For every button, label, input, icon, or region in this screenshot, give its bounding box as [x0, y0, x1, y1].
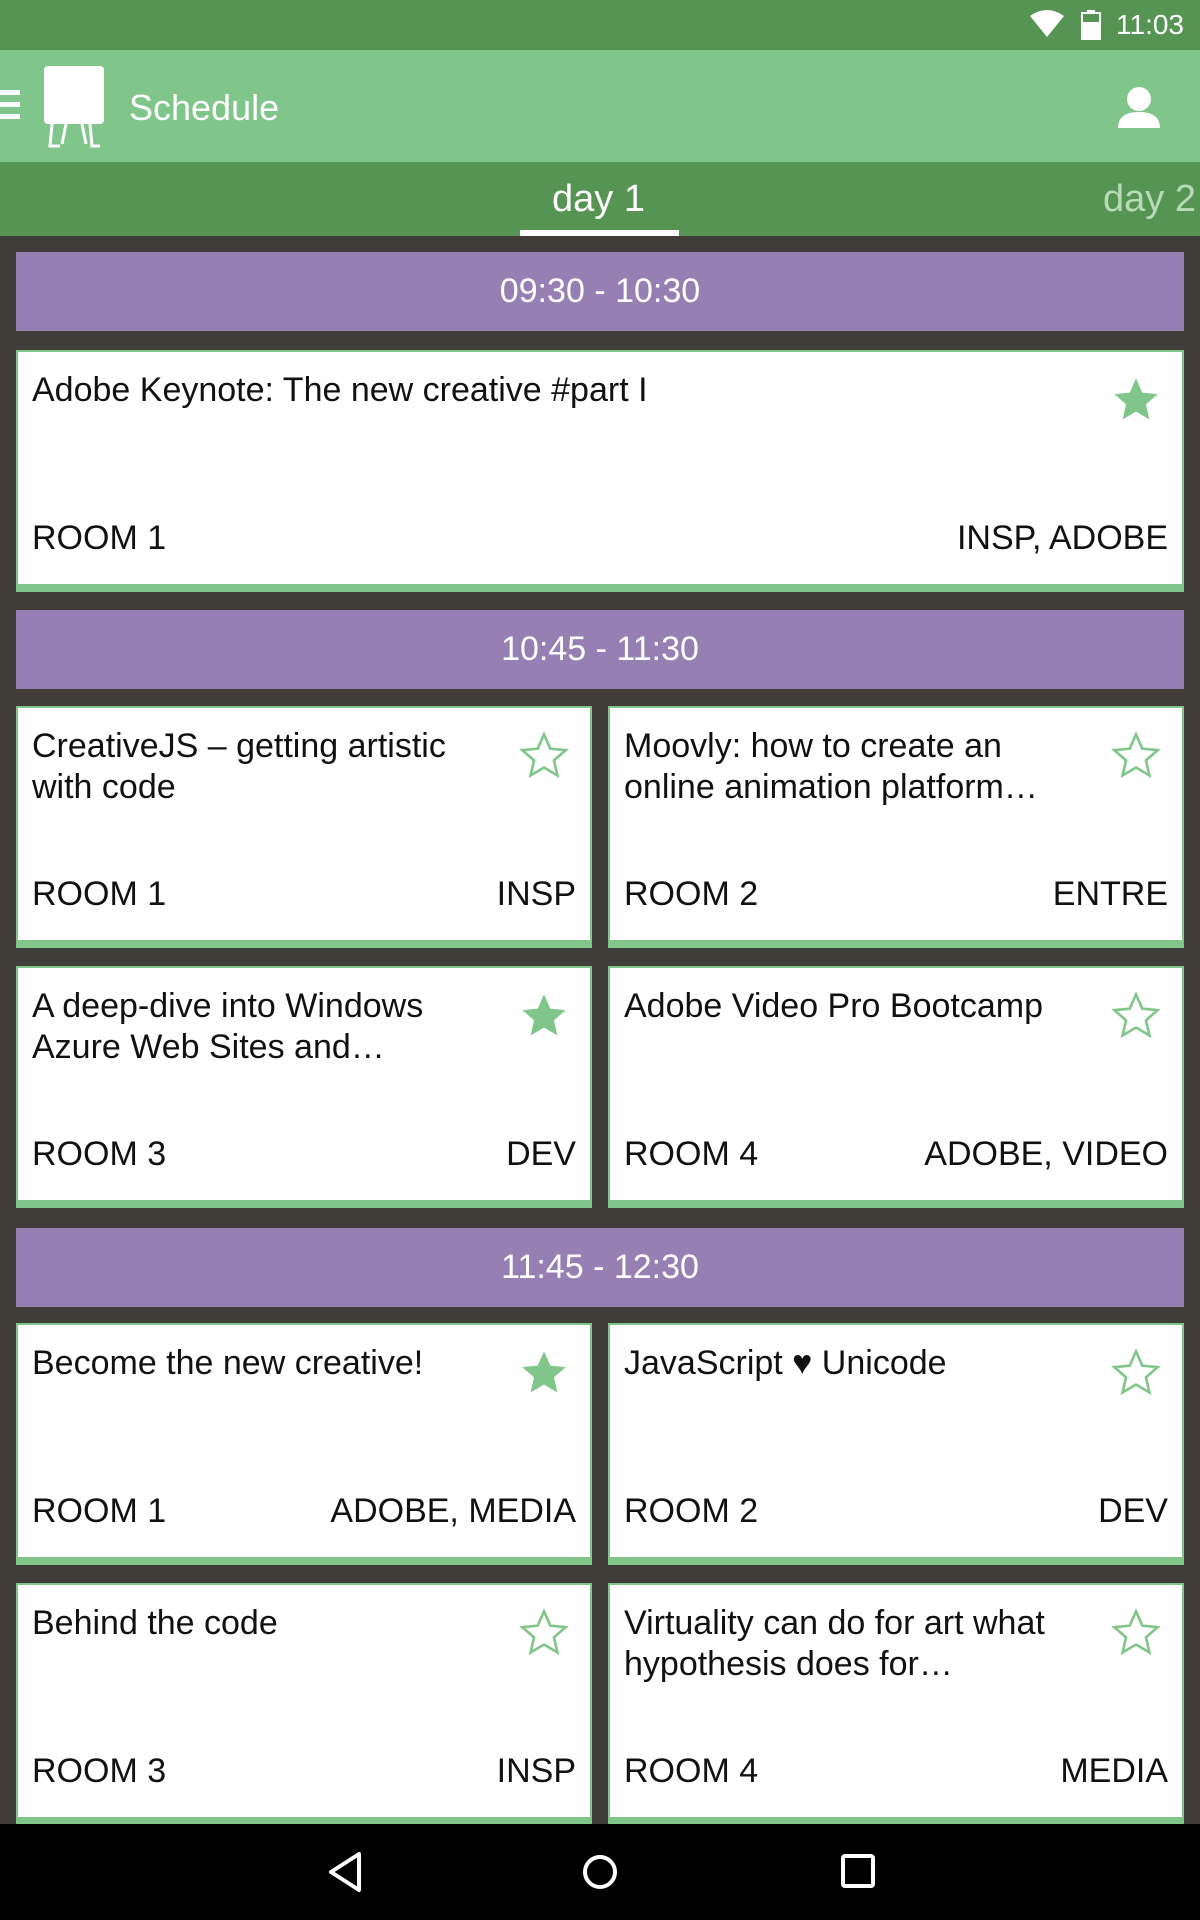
- session-room: ROOM 3: [32, 1752, 167, 1790]
- tab-day-1[interactable]: day 1: [552, 178, 645, 221]
- back-icon[interactable]: [325, 1850, 365, 1894]
- star-outline-icon[interactable]: [518, 730, 570, 782]
- session-tags: ENTRE: [1052, 875, 1168, 913]
- star-filled-icon[interactable]: [518, 990, 570, 1042]
- day-tabs: day 1 day 2: [0, 162, 1200, 236]
- tab-indicator: [520, 230, 679, 236]
- star-outline-icon[interactable]: [1110, 1347, 1162, 1399]
- navigation-bar: [0, 1824, 1200, 1920]
- session-title: Virtuality can do for art what hypothesi…: [624, 1604, 1045, 1683]
- session-room: ROOM 2: [624, 1492, 759, 1530]
- session-title: A deep-dive into Windows Azure Web Sites…: [32, 987, 424, 1066]
- session-tags: INSP: [496, 1752, 576, 1790]
- session-card[interactable]: Adobe Keynote: The new creative #part I …: [16, 350, 1184, 592]
- session-tags: DEV: [506, 1135, 576, 1173]
- session-room: ROOM 1: [32, 519, 167, 557]
- page-title: Schedule: [129, 87, 280, 128]
- status-bar: 11:03: [0, 0, 1200, 50]
- timeslot-header: 11:45 - 12:30: [16, 1228, 1184, 1307]
- star-outline-icon[interactable]: [1110, 990, 1162, 1042]
- session-tags: INSP: [496, 875, 576, 913]
- session-tags: DEV: [1098, 1492, 1168, 1530]
- session-tags: ADOBE, MEDIA: [330, 1492, 576, 1530]
- app-logo: [44, 66, 104, 148]
- star-outline-icon[interactable]: [1110, 1607, 1162, 1659]
- session-card[interactable]: Become the new creative! ROOM 1 ADOBE, M…: [16, 1323, 592, 1565]
- session-title: Adobe Keynote: The new creative #part I: [32, 371, 648, 409]
- home-icon[interactable]: [580, 1849, 620, 1895]
- session-card[interactable]: Adobe Video Pro Bootcamp ROOM 4 ADOBE, V…: [608, 966, 1184, 1208]
- session-card[interactable]: Moovly: how to create an online animatio…: [608, 706, 1184, 948]
- star-filled-icon[interactable]: [518, 1347, 570, 1399]
- session-room: ROOM 4: [624, 1135, 759, 1173]
- profile-icon[interactable]: [1116, 84, 1162, 130]
- session-title: Become the new creative!: [32, 1344, 424, 1382]
- recents-icon[interactable]: [838, 1851, 878, 1893]
- session-title: Adobe Video Pro Bootcamp: [624, 987, 1043, 1025]
- app-bar: Schedule: [0, 50, 1200, 162]
- timeslot-header: 09:30 - 10:30: [16, 252, 1184, 331]
- session-title: Moovly: how to create an online animatio…: [624, 727, 1038, 806]
- battery-icon: [1081, 10, 1101, 40]
- star-outline-icon[interactable]: [518, 1607, 570, 1659]
- timeslot-header: 10:45 - 11:30: [16, 610, 1184, 689]
- session-card[interactable]: CreativeJS – getting artistic with code …: [16, 706, 592, 948]
- session-title: CreativeJS – getting artistic with code: [32, 727, 446, 806]
- wifi-icon: [1030, 10, 1064, 37]
- session-card[interactable]: Virtuality can do for art what hypothesi…: [608, 1583, 1184, 1825]
- star-outline-icon[interactable]: [1110, 730, 1162, 782]
- session-tags: ADOBE, VIDEO: [924, 1135, 1168, 1173]
- tab-day-2[interactable]: day 2: [1103, 178, 1196, 221]
- session-card[interactable]: JavaScript ♥ Unicode ROOM 2 DEV: [608, 1323, 1184, 1565]
- session-tags: INSP, ADOBE: [956, 519, 1168, 557]
- session-room: ROOM 3: [32, 1135, 167, 1173]
- session-title: JavaScript ♥ Unicode: [624, 1344, 947, 1382]
- session-tags: MEDIA: [1060, 1752, 1168, 1790]
- menu-icon[interactable]: [0, 90, 22, 124]
- star-filled-icon[interactable]: [1110, 374, 1162, 426]
- status-time: 11:03: [1116, 9, 1184, 40]
- session-room: ROOM 2: [624, 875, 759, 913]
- session-card[interactable]: Behind the code ROOM 3 INSP: [16, 1583, 592, 1825]
- session-room: ROOM 4: [624, 1752, 759, 1790]
- session-card[interactable]: A deep-dive into Windows Azure Web Sites…: [16, 966, 592, 1208]
- session-room: ROOM 1: [32, 875, 167, 913]
- session-room: ROOM 1: [32, 1492, 167, 1530]
- session-title: Behind the code: [32, 1604, 278, 1642]
